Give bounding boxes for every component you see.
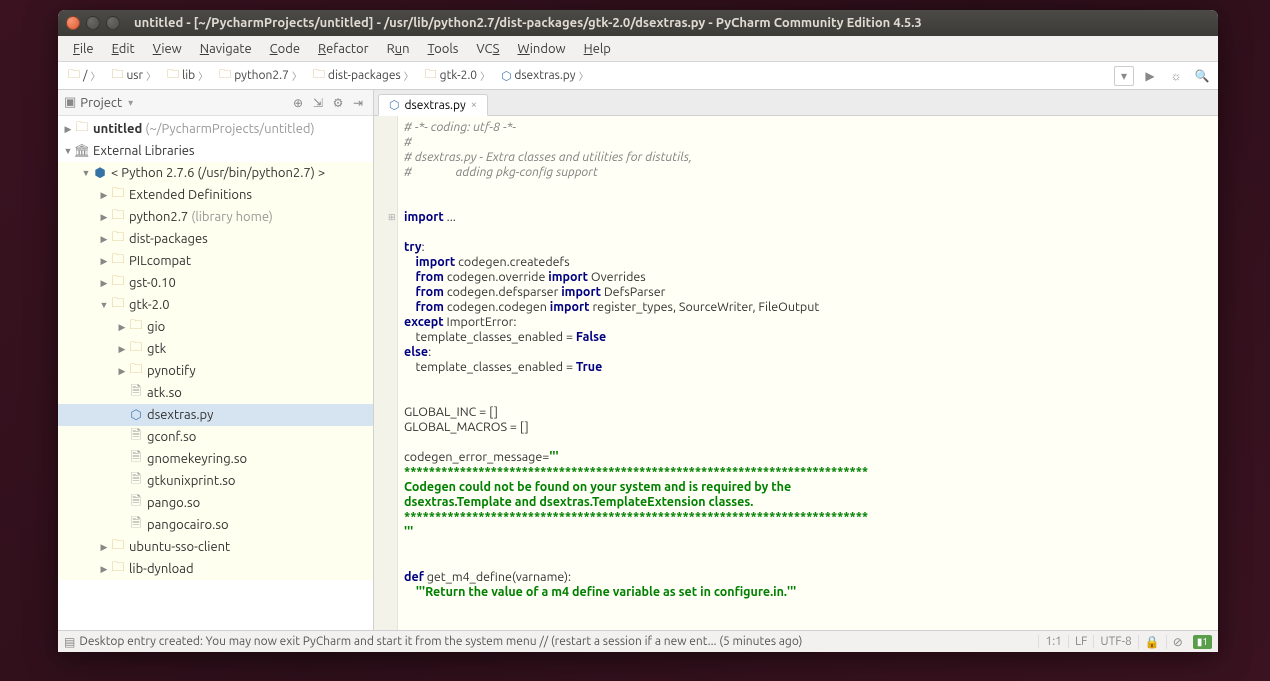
menu-edit[interactable]: Edit xyxy=(103,39,144,59)
menubar: File Edit View Navigate Code Refactor Ru… xyxy=(58,36,1218,62)
crumb-lib[interactable]: 🗀lib〉 xyxy=(163,65,215,86)
tree-node-gnomekeyring[interactable]: 🗎gnomekeyring.so xyxy=(58,448,373,470)
crumb-gtk[interactable]: 🗀gtk-2.0〉 xyxy=(421,65,497,86)
menu-tools[interactable]: Tools xyxy=(419,39,468,59)
scroll-from-source-icon[interactable]: ⊕ xyxy=(289,94,307,112)
menu-window[interactable]: Window xyxy=(508,39,574,59)
memory-indicator[interactable]: ⊘ xyxy=(1166,635,1189,649)
editor-area: ⬡ dsextras.py × ⊞ # -*- coding: utf-8 -*… xyxy=(374,90,1218,630)
run-config-dropdown[interactable]: ▾ xyxy=(1114,66,1134,86)
tree-node-python[interactable]: ▼⬢< Python 2.7.6 (/usr/bin/python2.7) > xyxy=(58,162,373,184)
project-icon: ▣ xyxy=(64,95,76,110)
collapse-all-icon[interactable]: ⇲ xyxy=(309,94,327,112)
code-editor[interactable]: ⊞ # -*- coding: utf-8 -*- # # dsextras.p… xyxy=(374,116,1218,630)
app-window: untitled - [~/PycharmProjects/untitled] … xyxy=(58,10,1218,652)
crumb-root[interactable]: 🗀/〉 xyxy=(64,65,107,86)
hide-panel-icon[interactable]: ⇥ xyxy=(349,94,367,112)
crumb-file[interactable]: ⬡ dsextras.py〉 xyxy=(497,68,596,83)
readonly-lock-icon[interactable]: 🔒 xyxy=(1138,635,1166,649)
tree-node-ubuntu-sso[interactable]: ▶🗀ubuntu-sso-client xyxy=(58,536,373,558)
tree-node-gtkunixprint[interactable]: 🗎gtkunixprint.so xyxy=(58,470,373,492)
titlebar[interactable]: untitled - [~/PycharmProjects/untitled] … xyxy=(58,10,1218,36)
menu-view[interactable]: View xyxy=(144,39,191,59)
statusbar: ▤ Desktop entry created: You may now exi… xyxy=(58,630,1218,652)
tree-node-gtk[interactable]: ▶🗀gtk xyxy=(58,338,373,360)
close-icon[interactable] xyxy=(66,16,80,30)
editor-tabs: ⬡ dsextras.py × xyxy=(374,90,1218,116)
settings-icon[interactable]: ⚙ xyxy=(329,94,347,112)
debug-icon[interactable]: ☼ xyxy=(1166,66,1186,86)
menu-navigate[interactable]: Navigate xyxy=(191,39,261,59)
tree-node-dsextras[interactable]: ⬡dsextras.py xyxy=(58,404,373,426)
run-icon[interactable]: ▶ xyxy=(1140,66,1160,86)
menu-run[interactable]: Run xyxy=(378,39,419,59)
project-tree[interactable]: ▶🗀untitled (~/PycharmProjects/untitled) … xyxy=(58,116,373,630)
menu-refactor[interactable]: Refactor xyxy=(309,39,378,59)
tree-node-gio[interactable]: ▶🗀gio xyxy=(58,316,373,338)
fold-icon[interactable]: ⊞ xyxy=(388,210,396,225)
menu-file[interactable]: File xyxy=(64,39,103,59)
crumb-usr[interactable]: 🗀usr〉 xyxy=(107,65,163,86)
tree-node-pil[interactable]: ▶🗀PILcompat xyxy=(58,250,373,272)
tree-node-lib-dynload[interactable]: ▶🗀lib-dynload xyxy=(58,558,373,580)
menu-code[interactable]: Code xyxy=(261,39,309,59)
crumb-python27[interactable]: 🗀python2.7〉 xyxy=(215,65,309,86)
project-panel: ▣ Project ▾ ⊕ ⇲ ⚙ ⇥ ▶🗀untitled (~/Pychar… xyxy=(58,90,374,630)
caret-position[interactable]: 1:1 xyxy=(1038,635,1068,648)
tab-label: dsextras.py xyxy=(404,99,465,112)
tree-node-extlib[interactable]: ▼🏛External Libraries xyxy=(58,140,373,162)
tree-node-gst[interactable]: ▶🗀gst-0.10 xyxy=(58,272,373,294)
project-panel-title: Project xyxy=(80,96,122,110)
tree-node-gtk20[interactable]: ▼🗀gtk-2.0 xyxy=(58,294,373,316)
tree-node-atk[interactable]: 🗎atk.so xyxy=(58,382,373,404)
tree-node-untitled[interactable]: ▶🗀untitled (~/PycharmProjects/untitled) xyxy=(58,118,373,140)
close-tab-icon[interactable]: × xyxy=(471,99,477,111)
status-icon: ▤ xyxy=(64,635,75,649)
menu-vcs[interactable]: VCS xyxy=(467,39,508,59)
status-message: Desktop entry created: You may now exit … xyxy=(79,635,1038,648)
menu-help[interactable]: Help xyxy=(575,39,620,59)
project-panel-header: ▣ Project ▾ ⊕ ⇲ ⚙ ⇥ xyxy=(58,90,373,116)
tree-node-gconf[interactable]: 🗎gconf.so xyxy=(58,426,373,448)
git-badge[interactable]: ▮1 xyxy=(1193,635,1212,649)
maximize-icon[interactable] xyxy=(106,16,120,30)
line-separator[interactable]: LF xyxy=(1068,635,1093,648)
project-view-dropdown[interactable]: ▾ xyxy=(128,97,133,109)
tree-node-pango[interactable]: 🗎pango.so xyxy=(58,492,373,514)
window-title: untitled - [~/PycharmProjects/untitled] … xyxy=(134,16,922,30)
tree-node-dist[interactable]: ▶🗀dist-packages xyxy=(58,228,373,250)
python-file-icon: ⬡ xyxy=(389,98,399,112)
crumb-dist[interactable]: 🗀dist-packages〉 xyxy=(309,65,421,86)
tree-node-pangocairo[interactable]: 🗎pangocairo.so xyxy=(58,514,373,536)
breadcrumb-bar: 🗀/〉 🗀usr〉 🗀lib〉 🗀python2.7〉 🗀dist-packag… xyxy=(58,62,1218,90)
editor-gutter[interactable] xyxy=(374,116,398,630)
tree-node-py27lib[interactable]: ▶🗀python2.7 (library home) xyxy=(58,206,373,228)
search-icon[interactable]: 🔍 xyxy=(1192,66,1212,86)
tree-node-pynotify[interactable]: ▶🗀pynotify xyxy=(58,360,373,382)
tab-dsextras[interactable]: ⬡ dsextras.py × xyxy=(378,94,488,116)
encoding[interactable]: UTF-8 xyxy=(1093,635,1137,648)
minimize-icon[interactable] xyxy=(86,16,100,30)
tree-node-extdef[interactable]: ▶🗀Extended Definitions xyxy=(58,184,373,206)
